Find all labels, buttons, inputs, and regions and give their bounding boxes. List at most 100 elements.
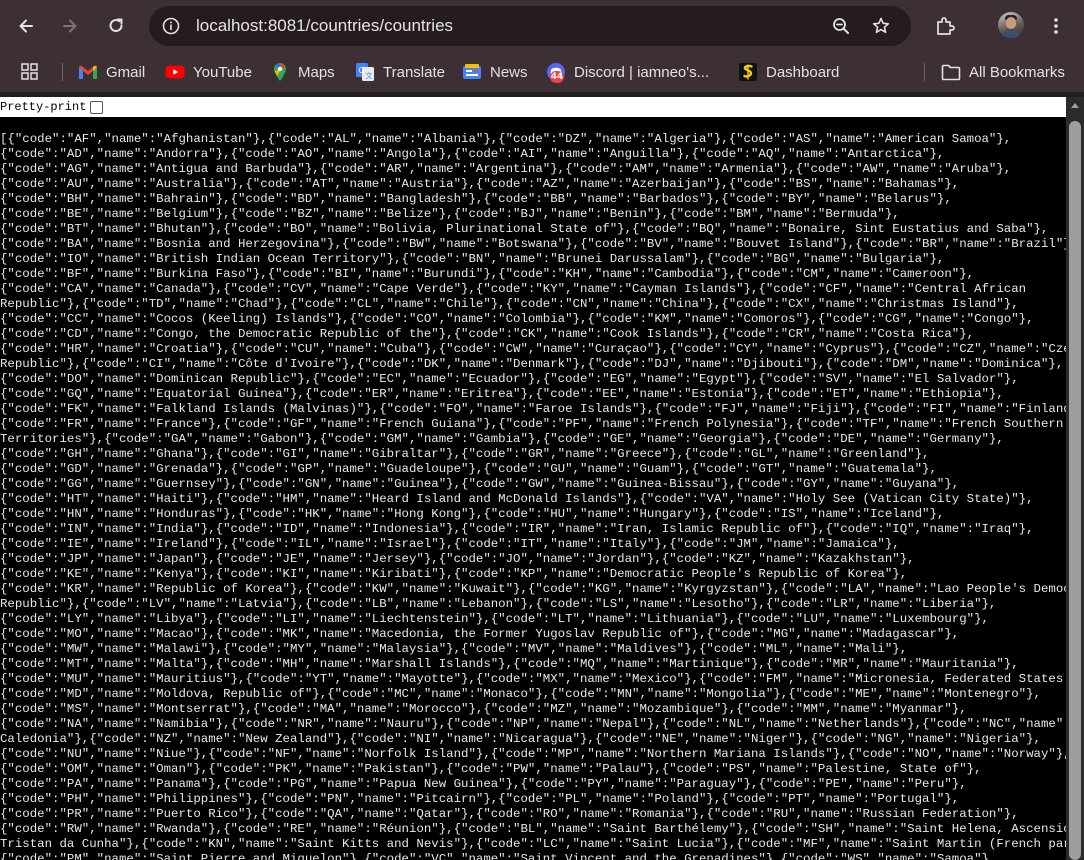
dashboard-icon <box>738 62 758 82</box>
json-line: {"code":"JP","name":"Japan"},{"code":"JE… <box>0 552 915 566</box>
reload-button[interactable] <box>100 10 132 42</box>
bookmark-gmail[interactable]: Gmail <box>78 60 145 84</box>
pretty-print-label: Pretty-print <box>0 100 87 114</box>
svg-text:G: G <box>359 66 365 75</box>
json-line: {"code":"LY","name":"Libya"},{"code":"LI… <box>0 612 989 626</box>
pretty-print-checkbox[interactable] <box>90 100 104 114</box>
address-bar[interactable]: localhost:8081/countries/countries <box>149 6 911 46</box>
json-line: {"code":"PM","name":"Saint Pierre and Mi… <box>0 852 997 860</box>
json-line: Republic"},{"code":"CI","name":"Côte d'I… <box>0 357 1064 371</box>
scrollbar-thumb[interactable] <box>1069 121 1081 860</box>
json-line: {"code":"FK","name":"Falkland Islands (M… <box>0 402 1066 416</box>
json-line: {"code":"NA","name":"Namibia"},{"code":"… <box>0 717 1066 731</box>
folder-icon <box>941 62 961 82</box>
page-content: Pretty-print [{"code":"AF","name":"Afgha… <box>0 97 1084 860</box>
json-line: Territories"},{"code":"GA","name":"Gabon… <box>0 432 1004 446</box>
bookmark-maps[interactable]: Maps <box>270 60 335 84</box>
json-output: [{"code":"AF","name":"Afghanistan"},{"co… <box>0 132 1066 860</box>
bookmark-translate[interactable]: G 文 Translate <box>355 60 445 84</box>
json-line: {"code":"BA","name":"Bosnia and Herzegov… <box>0 237 1066 251</box>
extensions-button[interactable] <box>929 10 961 42</box>
json-line: {"code":"IE","name":"Ireland"},{"code":"… <box>0 537 900 551</box>
apps-grid-icon <box>20 62 40 82</box>
bookmark-label: YouTube <box>193 63 252 81</box>
json-line: {"code":"MO","name":"Macao"},{"code":"MK… <box>0 627 960 641</box>
zoom-out-icon <box>833 18 849 34</box>
bookmark-discord[interactable]: 44 Discord | iamneo's... <box>546 60 709 84</box>
svg-text:文: 文 <box>366 71 373 80</box>
json-line: {"code":"DO","name":"Dominican Republic"… <box>0 372 1019 386</box>
json-line: {"code":"IO","name":"British Indian Ocea… <box>0 252 945 266</box>
notification-badge: 44 <box>550 71 564 83</box>
json-line: {"code":"HN","name":"Honduras"},{"code":… <box>0 507 945 521</box>
json-line: [{"code":"AF","name":"Afghanistan"},{"co… <box>0 132 1012 146</box>
forward-button[interactable] <box>54 10 86 42</box>
json-line: {"code":"AG","name":"Antigua and Barbuda… <box>0 162 1012 176</box>
maps-icon <box>270 62 290 82</box>
discord-icon: 44 <box>546 62 566 83</box>
bookmarks-divider <box>62 63 63 81</box>
youtube-icon <box>165 62 185 82</box>
star-icon <box>872 17 890 34</box>
scroll-up-arrow-icon[interactable] <box>1071 103 1079 108</box>
puzzle-icon <box>937 17 955 35</box>
json-line: {"code":"GD","name":"Grenada"},{"code":"… <box>0 462 937 476</box>
all-bookmarks-label: All Bookmarks <box>969 63 1065 81</box>
apps-button[interactable] <box>20 60 48 84</box>
json-line: {"code":"CA","name":"Canada"},{"code":"C… <box>0 282 1027 296</box>
json-line: Republic"},{"code":"LV","name":"Latvia"}… <box>0 597 997 611</box>
kebab-menu-icon <box>1054 18 1058 34</box>
site-info-button[interactable] <box>157 12 185 40</box>
browser-window: localhost:8081/countries/countries Gmail… <box>0 0 1084 860</box>
json-line: {"code":"OM","name":"Oman"},{"code":"PK"… <box>0 762 982 776</box>
profile-avatar[interactable] <box>998 12 1024 38</box>
bookmark-star-button[interactable] <box>867 12 895 40</box>
json-line: {"code":"PA","name":"Panama"},{"code":"P… <box>0 777 967 791</box>
bookmark-label: Maps <box>298 63 335 81</box>
json-line: {"code":"MS","name":"Montserrat"},{"code… <box>0 702 967 716</box>
json-line: {"code":"KE","name":"Kenya"},{"code":"KI… <box>0 567 908 581</box>
json-line: {"code":"BF","name":"Burkina Faso"},{"co… <box>0 267 975 281</box>
gmail-icon <box>78 62 98 82</box>
bookmark-news[interactable]: News <box>462 60 528 84</box>
bookmarks-divider <box>924 63 925 81</box>
json-line: {"code":"GG","name":"Guernsey"},{"code":… <box>0 477 960 491</box>
json-line: {"code":"CC","name":"Cocos (Keeling) Isl… <box>0 312 1034 326</box>
json-line: {"code":"CD","name":"Congo, the Democrat… <box>0 327 975 341</box>
translate-icon: G 文 <box>355 62 375 82</box>
browser-toolbar: localhost:8081/countries/countries <box>0 0 1084 52</box>
avatar-body <box>1002 29 1020 38</box>
json-line: {"code":"MD","name":"Moldova, Republic o… <box>0 687 1041 701</box>
bookmark-dashboard[interactable]: Dashboard <box>738 60 839 84</box>
vertical-scrollbar[interactable] <box>1066 97 1084 860</box>
forward-arrow-icon <box>63 19 77 33</box>
menu-button[interactable] <box>1040 10 1072 42</box>
json-line: {"code":"MU","name":"Mauritius"},{"code"… <box>0 672 1066 686</box>
back-button[interactable] <box>10 10 42 42</box>
bookmarks-bar: Gmail YouTube Maps G 文 Translate News 44… <box>0 52 1084 93</box>
all-bookmarks-button[interactable]: All Bookmarks <box>941 60 1065 84</box>
json-line: {"code":"PR","name":"Puerto Rico"},{"cod… <box>0 807 1019 821</box>
news-icon <box>462 62 482 82</box>
json-line: {"code":"NU","name":"Niue"},{"code":"NF"… <box>0 747 1066 761</box>
json-line: {"code":"BH","name":"Bahrain"},{"code":"… <box>0 192 952 206</box>
json-line: {"code":"BE","name":"Belgium"},{"code":"… <box>0 207 900 221</box>
json-line: {"code":"HR","name":"Croatia"},{"code":"… <box>0 342 1066 356</box>
json-line: Tristan da Cunha"},{"code":"KN","name":"… <box>0 837 1066 851</box>
avatar-face <box>1006 17 1016 29</box>
info-icon <box>162 17 180 35</box>
zoom-button[interactable] <box>827 12 855 40</box>
json-line: {"code":"AU","name":"Australia"},{"code"… <box>0 177 960 191</box>
reload-icon <box>109 18 123 32</box>
json-line: {"code":"FR","name":"France"},{"code":"G… <box>0 417 1064 431</box>
url-text[interactable]: localhost:8081/countries/countries <box>196 16 453 36</box>
json-line: {"code":"IN","name":"India"},{"code":"ID… <box>0 522 1034 536</box>
bookmark-label: Dashboard <box>766 63 840 81</box>
back-arrow-icon <box>19 19 33 33</box>
json-line: {"code":"GH","name":"Ghana"},{"code":"GI… <box>0 447 930 461</box>
json-line: {"code":"MW","name":"Malawi"},{"code":"M… <box>0 642 908 656</box>
json-line: {"code":"BT","name":"Bhutan"},{"code":"B… <box>0 222 1049 236</box>
json-line: {"code":"PH","name":"Philippines"},{"cod… <box>0 792 960 806</box>
pretty-print-bar: Pretty-print <box>0 97 1066 117</box>
bookmark-youtube[interactable]: YouTube <box>165 60 252 84</box>
